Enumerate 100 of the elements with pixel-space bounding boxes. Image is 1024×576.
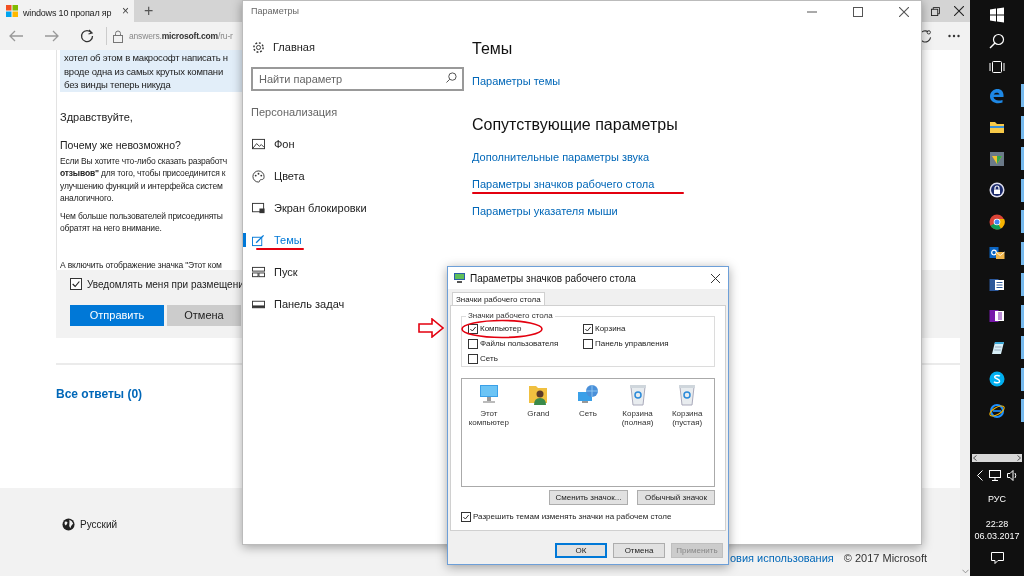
checkbox[interactable] xyxy=(468,324,478,334)
nav-item[interactable]: Экран блокировки xyxy=(243,192,441,224)
skype-icon[interactable] xyxy=(989,371,1005,388)
checkbox[interactable] xyxy=(583,339,593,349)
folder-icon[interactable] xyxy=(989,119,1005,136)
icon-label: Grand xyxy=(527,409,550,418)
search-icon xyxy=(446,72,457,83)
back-icon[interactable] xyxy=(8,29,24,43)
tiles-icon xyxy=(252,265,265,279)
icon-label: Этот компьютер xyxy=(467,409,510,427)
checkbox[interactable] xyxy=(583,324,593,334)
theme-settings-link[interactable]: Параметры темы xyxy=(472,73,678,90)
question-heading: Почему же невозможно? xyxy=(60,138,181,153)
terms-link[interactable]: овия использования xyxy=(730,550,834,567)
pointer-arrow xyxy=(418,318,444,338)
section-heading: Сопутствующие параметры xyxy=(472,114,678,135)
related-link[interactable]: Параметры значков рабочего стола xyxy=(472,170,678,198)
globe-icon[interactable] xyxy=(989,402,1005,419)
window-title: Параметры xyxy=(251,5,300,19)
scroll-right-icon[interactable] xyxy=(1017,454,1021,461)
checkbox[interactable] xyxy=(70,278,82,290)
greeting-text: Здравствуйте, xyxy=(60,109,133,125)
padlock-icon[interactable] xyxy=(989,182,1005,199)
language-indicator[interactable]: РУС xyxy=(988,492,1006,506)
refresh-icon[interactable] xyxy=(80,29,94,43)
clock-date[interactable]: 06.03.2017 xyxy=(974,530,1020,542)
map-icon[interactable] xyxy=(989,150,1005,167)
start-icon[interactable] xyxy=(989,7,1005,23)
document-icon[interactable] xyxy=(989,276,1005,293)
task-view-icon[interactable] xyxy=(989,59,1005,75)
nav-item[interactable]: Фон xyxy=(243,128,441,160)
lock-icon xyxy=(113,29,123,43)
new-tab-button[interactable]: + xyxy=(134,0,164,22)
share-icon[interactable] xyxy=(919,29,932,43)
checkbox-label: Компьютер xyxy=(480,323,522,335)
quote-line: вроде одна из самых крутых компани xyxy=(64,64,224,78)
icon-label: Корзина (полная) xyxy=(620,409,655,427)
paragraph-line: Чем больше пользователей присоединяты xyxy=(60,209,223,223)
group-label: Значки рабочего стола xyxy=(466,311,555,321)
paragraph-line: А включить отображение значка "Этот ком xyxy=(60,258,222,272)
mail-icon[interactable] xyxy=(989,245,1005,262)
checkbox-label: Уведомлять меня при размещени xyxy=(87,277,244,292)
section-label: Персонализация xyxy=(250,105,339,118)
chrome-icon[interactable] xyxy=(989,213,1005,230)
clock-time[interactable]: 22:28 xyxy=(985,518,1009,530)
address-text: answers.microsoft.com/ru-r xyxy=(129,29,233,43)
scrollbar[interactable] xyxy=(960,50,970,576)
volume-icon[interactable] xyxy=(1006,470,1018,481)
dialog-tab[interactable]: Значки рабочего стола xyxy=(452,292,545,305)
close-icon[interactable] xyxy=(711,273,720,283)
checkbox-label: Сеть xyxy=(480,353,498,365)
nav-item[interactable]: Цвета xyxy=(243,160,441,192)
checkbox-label: Файлы пользователя xyxy=(480,338,559,350)
form-button[interactable]: Отмена xyxy=(167,305,241,326)
scrollbar[interactable] xyxy=(972,453,1022,462)
paragraph-line: отзывов" для того, чтобы присоединится к xyxy=(60,167,226,180)
close-icon[interactable] xyxy=(954,6,964,16)
address-bar[interactable]: answers.microsoft.com/ru-r xyxy=(106,27,233,45)
nav-item[interactable]: Панель задач xyxy=(243,288,441,320)
checkbox[interactable] xyxy=(461,512,471,522)
default-icon-button[interactable]: Обычный значок xyxy=(637,490,715,505)
page-heading: Темы xyxy=(472,39,514,59)
related-link[interactable]: Параметры указателя мыши xyxy=(472,197,678,225)
maximize-icon[interactable] xyxy=(853,7,863,17)
copyright-text: © 2017 Microsoft xyxy=(843,551,928,566)
language-link[interactable]: Русский xyxy=(80,517,118,532)
close-icon[interactable] xyxy=(899,7,909,17)
monitor-icon xyxy=(252,201,265,215)
picture-icon xyxy=(252,137,265,151)
change-icon-button[interactable]: Сменить значок... xyxy=(549,490,628,505)
home-link[interactable]: Главная xyxy=(273,38,315,56)
notification-icon[interactable] xyxy=(990,552,1004,564)
restore-icon[interactable] xyxy=(931,6,940,16)
dialog-button[interactable]: Отмена xyxy=(613,543,665,558)
chevron-left-icon[interactable] xyxy=(976,470,983,481)
notepad-icon[interactable] xyxy=(989,339,1005,356)
edge-icon[interactable] xyxy=(989,87,1005,104)
forward-icon[interactable] xyxy=(44,29,60,43)
icon-label: Корзина (пустая) xyxy=(670,409,704,427)
browser-tab[interactable]: windows 10 пропал яр × xyxy=(0,0,134,22)
related-link[interactable]: Дополнительные параметры звука xyxy=(472,143,678,171)
checkbox[interactable] xyxy=(468,354,478,364)
network-icon[interactable] xyxy=(988,470,1001,481)
quote-line: хотел об этом в макрософт написать н xyxy=(64,51,229,65)
search-field[interactable]: Найти параметр xyxy=(251,67,464,91)
quote-line: без винды теперь никуда xyxy=(64,78,172,92)
more-icon[interactable] xyxy=(948,34,960,38)
checkbox-label: Разрешить темам изменять значки на рабочем столе xyxy=(473,511,672,523)
search-icon[interactable] xyxy=(989,33,1005,49)
paragraph-line: обратят на него внимание. xyxy=(60,222,162,235)
checkbox[interactable] xyxy=(468,339,478,349)
settings-icon xyxy=(252,40,265,54)
close-tab-button[interactable]: × xyxy=(120,2,131,20)
nav-item[interactable]: Темы xyxy=(243,224,441,256)
dialog-title: Параметры значков рабочего стола xyxy=(470,271,637,286)
dialog-button[interactable]: ОК xyxy=(555,543,607,558)
scroll-left-icon[interactable] xyxy=(973,454,977,461)
nav-item[interactable]: Пуск xyxy=(243,256,441,288)
notebook-icon[interactable] xyxy=(989,308,1005,325)
form-button[interactable]: Отправить xyxy=(70,305,164,326)
